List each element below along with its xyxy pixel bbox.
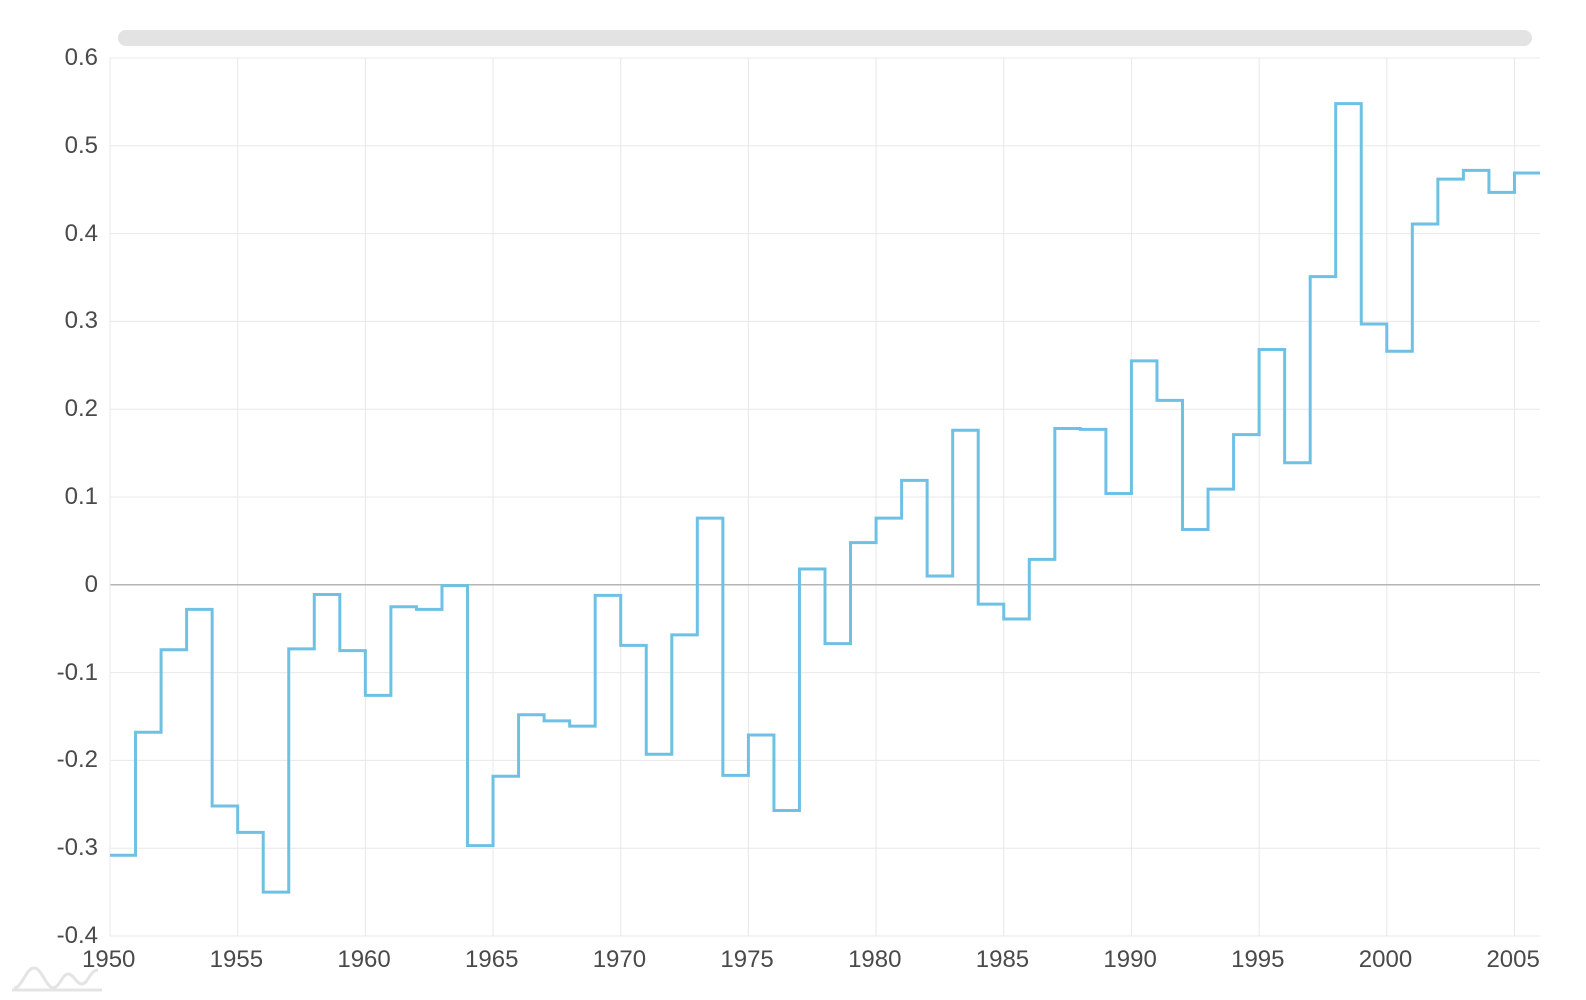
x-tick-label: 1955 <box>210 946 263 974</box>
y-tick-label: 0.2 <box>65 395 98 423</box>
y-tick-label: 0.3 <box>65 307 98 335</box>
y-tick-label: -0.3 <box>57 834 98 862</box>
x-tick-label: 1990 <box>1103 946 1156 974</box>
plot-area[interactable] <box>0 0 1586 1000</box>
y-tick-label: 0 <box>85 571 98 599</box>
y-tick-label: -0.1 <box>57 659 98 687</box>
x-tick-label: 1985 <box>976 946 1029 974</box>
y-tick-label: 0.6 <box>65 44 98 72</box>
overview-scrollbar[interactable] <box>118 30 1532 46</box>
x-tick-label: 1965 <box>465 946 518 974</box>
x-tick-label: 1960 <box>337 946 390 974</box>
chart-logo-icon <box>12 960 102 994</box>
step-line-chart: -0.4-0.3-0.2-0.100.10.20.30.40.50.6 1950… <box>0 0 1586 1000</box>
y-tick-label: -0.2 <box>57 746 98 774</box>
x-tick-label: 1970 <box>593 946 646 974</box>
x-tick-label: 1975 <box>720 946 773 974</box>
series-step-line <box>110 104 1540 892</box>
y-tick-label: 0.4 <box>65 220 98 248</box>
x-tick-label: 2005 <box>1486 946 1539 974</box>
x-tick-label: 1980 <box>848 946 901 974</box>
x-tick-label: 2000 <box>1359 946 1412 974</box>
x-tick-label: 1995 <box>1231 946 1284 974</box>
y-tick-label: 0.1 <box>65 483 98 511</box>
y-tick-label: 0.5 <box>65 132 98 160</box>
